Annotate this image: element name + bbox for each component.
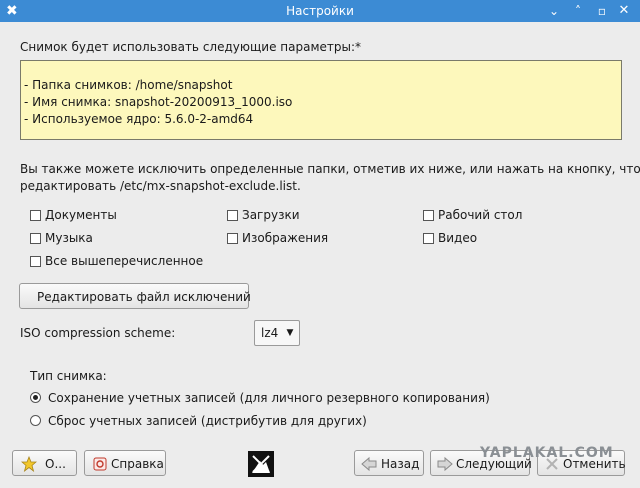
checkbox-label: Изображения xyxy=(242,231,329,245)
checkbox-box[interactable] xyxy=(30,233,41,244)
checkbox-box[interactable] xyxy=(30,210,41,221)
arrow-right-icon xyxy=(437,456,453,475)
checkbox-images[interactable]: Изображения xyxy=(227,231,377,247)
edit-exclusions-label: Редактировать файл исключений xyxy=(37,290,251,304)
checkbox-label: Музыка xyxy=(45,231,93,245)
compression-label: ISO compression scheme: xyxy=(20,326,176,340)
radio-button[interactable] xyxy=(30,415,41,426)
checkbox-label: Видео xyxy=(438,231,478,245)
window-title: Настройки xyxy=(286,4,354,18)
param-line-name: - Имя снимка: snapshot-20200913_1000.iso xyxy=(24,95,293,109)
radio-reset-accounts[interactable]: Сброс учетных записей (дистрибутив для д… xyxy=(30,414,367,430)
param-line-kernel: - Используемое ядро: 5.6.0-2-amd64 xyxy=(24,112,254,126)
compression-value: lz4 xyxy=(261,326,279,340)
chevron-down-icon[interactable]: ▼ xyxy=(283,321,297,345)
checkbox-box[interactable] xyxy=(423,233,434,244)
checkbox-box[interactable] xyxy=(227,210,238,221)
radio-preserve-accounts[interactable]: Сохранение учетных записей (для личного … xyxy=(30,391,490,407)
help-label: Справка xyxy=(111,457,164,471)
settings-window: ✖ Настройки ⌄ ˄ ▫ ✕ Снимок будет использ… xyxy=(0,0,640,488)
about-button[interactable]: О... xyxy=(12,450,77,476)
radio-button[interactable] xyxy=(30,392,41,403)
title-bar: ✖ Настройки ⌄ ˄ ▫ ✕ xyxy=(0,0,640,22)
checkbox-box[interactable] xyxy=(423,210,434,221)
checkbox-all[interactable]: Все вышеперечисленное xyxy=(30,254,220,270)
compression-select[interactable]: lz4 ▼ xyxy=(254,320,300,346)
maximize-icon[interactable]: ▫ xyxy=(594,3,610,19)
radio-label: Сброс учетных записей (дистрибутив для д… xyxy=(48,414,367,428)
checkbox-label: Рабочий стол xyxy=(438,208,523,222)
edit-exclusions-button[interactable]: Редактировать файл исключений xyxy=(19,283,251,309)
exclude-help-line2: редактировать /etc/mx-snapshot-exclude.l… xyxy=(20,179,301,193)
checkbox-desktop[interactable]: Рабочий стол xyxy=(423,208,573,224)
checkbox-label: Документы xyxy=(45,208,117,222)
keep-above-icon[interactable]: ˄ xyxy=(570,3,586,19)
intro-label: Снимок будет использовать следующие пара… xyxy=(20,40,361,54)
radio-selected-dot xyxy=(33,395,38,400)
param-line-folder: - Папка снимков: /home/snapshot xyxy=(24,78,233,92)
back-label: Назад xyxy=(381,457,420,471)
checkbox-video[interactable]: Видео xyxy=(423,231,573,247)
checkbox-box[interactable] xyxy=(227,233,238,244)
radio-label: Сохранение учетных записей (для личного … xyxy=(48,391,490,405)
checkbox-music[interactable]: Музыка xyxy=(30,231,180,247)
checkbox-documents[interactable]: Документы xyxy=(30,208,180,224)
help-icon xyxy=(92,456,108,475)
arrow-left-icon xyxy=(361,456,377,475)
checkbox-box[interactable] xyxy=(30,256,41,267)
snapshot-params-box: - Папка снимков: /home/snapshot - Имя сн… xyxy=(20,60,622,140)
mx-logo-icon xyxy=(248,451,274,480)
close-icon[interactable]: ✕ xyxy=(616,3,632,19)
exclude-help-line1: Вы также можете исключить определенные п… xyxy=(20,162,640,176)
snapshot-type-label: Тип снимка: xyxy=(30,369,107,383)
checkbox-downloads[interactable]: Загрузки xyxy=(227,208,377,224)
about-label: О... xyxy=(45,457,66,471)
checkbox-label: Загрузки xyxy=(242,208,300,222)
star-icon xyxy=(20,455,38,475)
help-button[interactable]: Справка xyxy=(84,450,166,476)
back-button[interactable]: Назад xyxy=(354,450,424,476)
watermark: YAPLAKAL.COM xyxy=(480,445,614,461)
shade-icon[interactable]: ⌄ xyxy=(546,3,562,19)
checkbox-label: Все вышеперечисленное xyxy=(45,254,204,268)
